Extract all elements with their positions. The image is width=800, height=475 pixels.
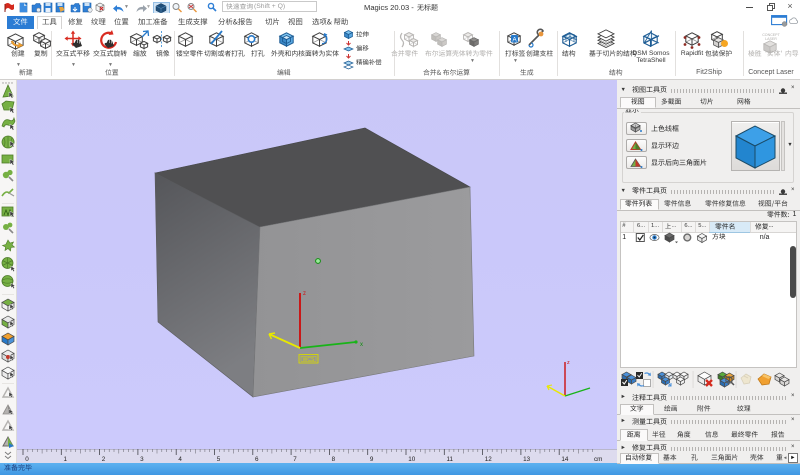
svg-text:LASER: LASER (765, 37, 777, 41)
svg-text:4: 4 (178, 456, 182, 463)
svg-text:3: 3 (140, 456, 144, 463)
svg-text:10: 10 (408, 456, 416, 463)
svg-text:8: 8 (332, 456, 336, 463)
svg-text:7: 7 (293, 456, 297, 463)
svg-text:z: z (303, 291, 306, 297)
svg-text:cm: cm (594, 456, 602, 463)
svg-text:14: 14 (561, 456, 569, 463)
svg-text:x: x (360, 342, 363, 348)
svg-text:z: z (567, 360, 570, 366)
svg-text:6: 6 (255, 456, 259, 463)
svg-text:1: 1 (64, 456, 68, 463)
svg-text:9: 9 (370, 456, 374, 463)
svg-text:5: 5 (217, 456, 221, 463)
svg-text:2: 2 (102, 456, 106, 463)
svg-text:13: 13 (523, 456, 531, 463)
svg-text:A: A (512, 36, 517, 43)
svg-text:WCS: WCS (303, 357, 315, 363)
svg-text:11: 11 (447, 456, 454, 463)
svg-text:12: 12 (485, 456, 493, 463)
svg-text:0: 0 (25, 456, 29, 463)
